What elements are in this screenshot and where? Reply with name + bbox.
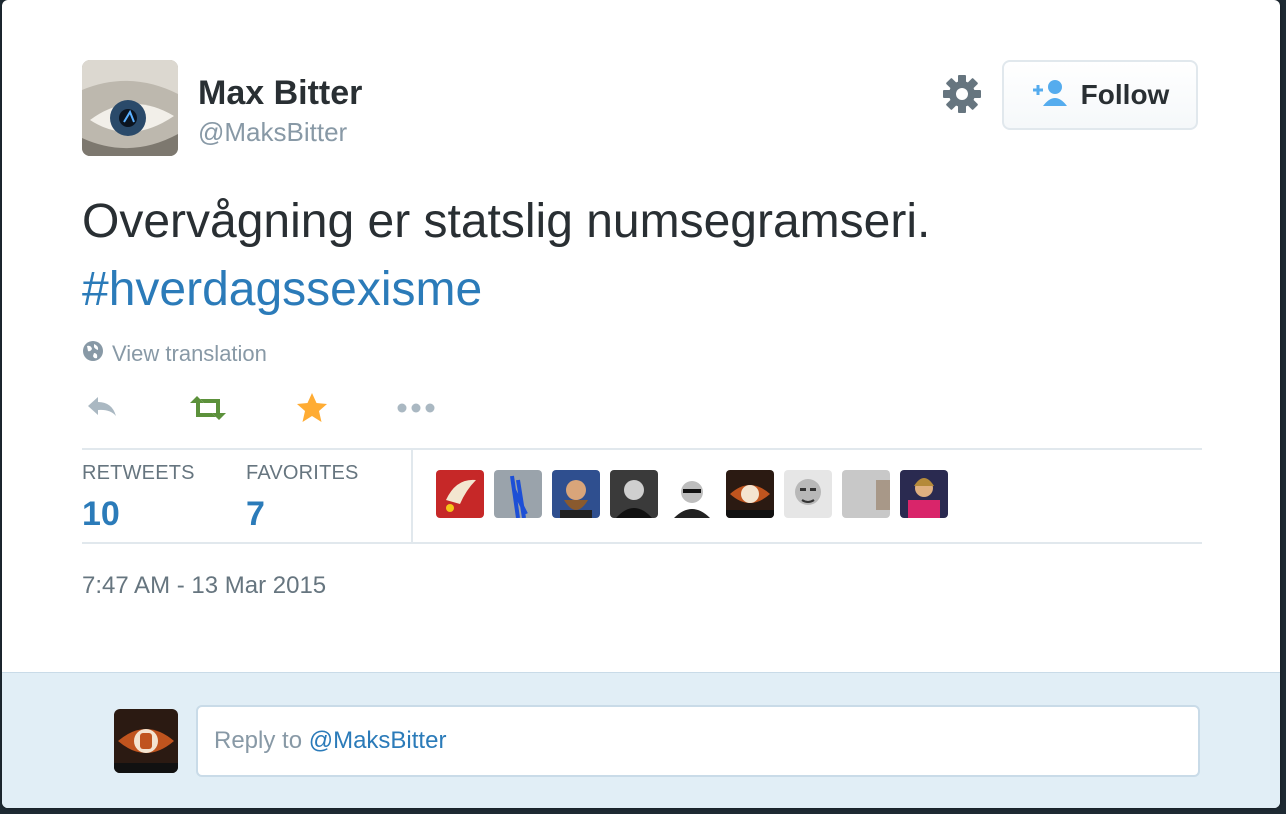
favoriter-avatar[interactable] <box>784 470 832 518</box>
user-display-name[interactable]: Max Bitter <box>198 74 362 113</box>
view-translation-label: View translation <box>112 341 267 366</box>
reply-prefix: Reply to <box>214 727 309 754</box>
reply-input[interactable]: Reply to @MaksBitter <box>196 705 1200 777</box>
retweets-label: RETWEETS <box>82 462 195 484</box>
favoriter-avatar[interactable] <box>436 470 484 518</box>
favoriters-list <box>436 470 948 518</box>
current-user-avatar[interactable] <box>114 709 178 773</box>
follow-button[interactable]: Follow <box>1002 60 1198 130</box>
hashtag-link[interactable]: #hverdagssexisme <box>82 263 482 316</box>
stats-top-divider <box>82 448 1202 450</box>
favoriter-avatar[interactable] <box>610 470 658 518</box>
favoriter-avatar[interactable] <box>494 470 542 518</box>
favoriter-avatar[interactable] <box>842 470 890 518</box>
stats-vertical-divider <box>411 450 413 542</box>
favoriter-avatar[interactable] <box>552 470 600 518</box>
follow-label: Follow <box>1080 79 1170 110</box>
globe-icon <box>82 340 104 368</box>
tweet-timestamp[interactable]: 7:47 AM - 13 Mar 2015 <box>82 572 326 600</box>
add-user-icon <box>1031 78 1069 113</box>
reply-area: Reply to @MaksBitter <box>2 672 1280 808</box>
favoriter-avatar[interactable] <box>900 470 948 518</box>
reply-icon[interactable] <box>82 386 126 430</box>
retweets-stat[interactable]: RETWEETS 10 <box>82 462 195 534</box>
more-dots-icon[interactable] <box>394 386 438 430</box>
retweet-icon[interactable] <box>186 386 230 430</box>
reply-mention: @MaksBitter <box>308 727 447 754</box>
favoriter-avatar[interactable] <box>668 470 716 518</box>
favorite-star-icon[interactable] <box>290 386 334 430</box>
user-avatar[interactable] <box>82 60 178 156</box>
favorites-count: 7 <box>246 495 265 533</box>
user-handle[interactable]: @MaksBitter <box>198 117 347 148</box>
favoriter-avatar[interactable] <box>726 470 774 518</box>
tweet-body: Overvågning er statslig numsegramseri. <box>82 195 931 248</box>
retweets-count: 10 <box>82 495 120 533</box>
favorites-label: FAVORITES <box>246 462 359 484</box>
favorites-stat[interactable]: FAVORITES 7 <box>246 462 359 534</box>
gear-icon[interactable] <box>940 72 984 116</box>
tweet-card: Max Bitter @MaksBitter Follow Overvågnin… <box>2 0 1280 808</box>
tweet-text: Overvågning er statslig numsegramseri. #… <box>82 188 1182 324</box>
stats-bottom-divider <box>82 542 1202 544</box>
view-translation-link[interactable]: View translation <box>82 340 267 368</box>
